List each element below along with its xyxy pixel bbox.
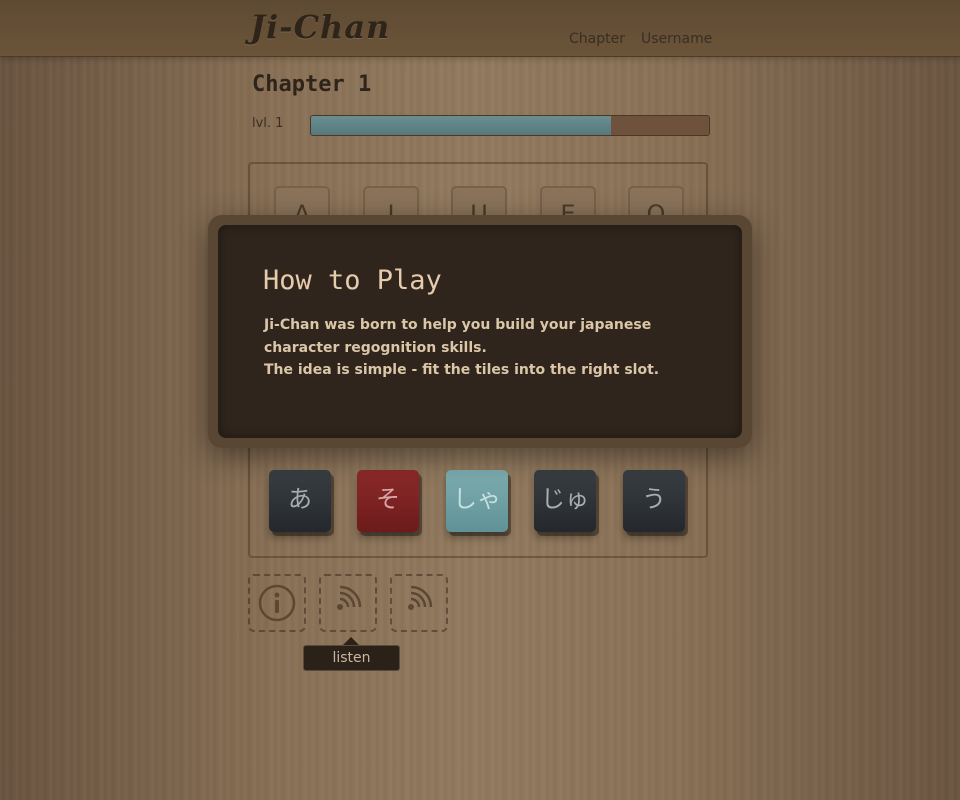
level-progress-bar bbox=[310, 115, 710, 136]
progress-fill bbox=[311, 116, 612, 135]
top-bar: Ji-Chan Chapter Username bbox=[0, 0, 960, 57]
dialog-paragraph: The idea is simple - fit the tiles into … bbox=[264, 362, 660, 378]
tile-u[interactable]: う bbox=[623, 470, 685, 532]
sound-icon bbox=[408, 585, 433, 610]
listen-button[interactable] bbox=[319, 574, 377, 632]
info-icon bbox=[258, 584, 296, 622]
info-button[interactable] bbox=[248, 574, 306, 632]
tile-sha[interactable]: しゃ bbox=[446, 470, 508, 532]
dialog-paragraph: Ji-Chan was born to help you build your … bbox=[264, 317, 652, 356]
dialog-body: Ji-Chan was born to help you build your … bbox=[264, 314, 704, 382]
listen-tooltip: listen bbox=[303, 645, 400, 671]
tile-so[interactable]: そ bbox=[357, 470, 419, 532]
dialog-title: How to Play bbox=[263, 265, 442, 296]
tile-ju[interactable]: じゅ bbox=[534, 470, 596, 532]
chapter-title: Chapter 1 bbox=[252, 72, 372, 97]
tile-a[interactable]: あ bbox=[269, 470, 331, 532]
level-label: lvl. 1 bbox=[252, 116, 284, 131]
tooltip-arrow bbox=[343, 637, 359, 645]
nav-chapter-link[interactable]: Chapter bbox=[569, 31, 625, 47]
app-logo[interactable]: Ji-Chan bbox=[250, 8, 390, 46]
sound-icon bbox=[337, 585, 362, 610]
how-to-play-dialog[interactable]: How to Play Ji-Chan was born to help you… bbox=[218, 225, 742, 438]
listen-slow-button[interactable] bbox=[390, 574, 448, 632]
nav-username-link[interactable]: Username bbox=[641, 31, 712, 47]
